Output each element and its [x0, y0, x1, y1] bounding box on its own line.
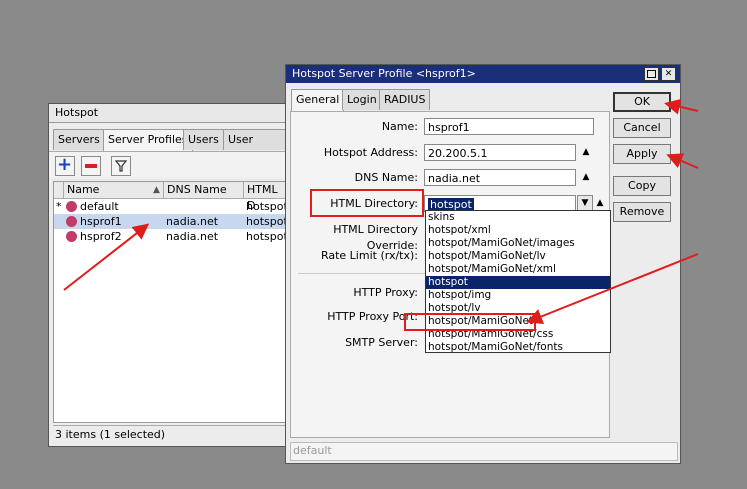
- annotation-arrow-apply: [666, 153, 699, 169]
- annotation-arrow-row: [63, 223, 150, 291]
- annotation-arrows: [63, 98, 699, 324]
- annotation-arrow-ok: [664, 98, 699, 115]
- annotation-arrow-option: [526, 253, 699, 324]
